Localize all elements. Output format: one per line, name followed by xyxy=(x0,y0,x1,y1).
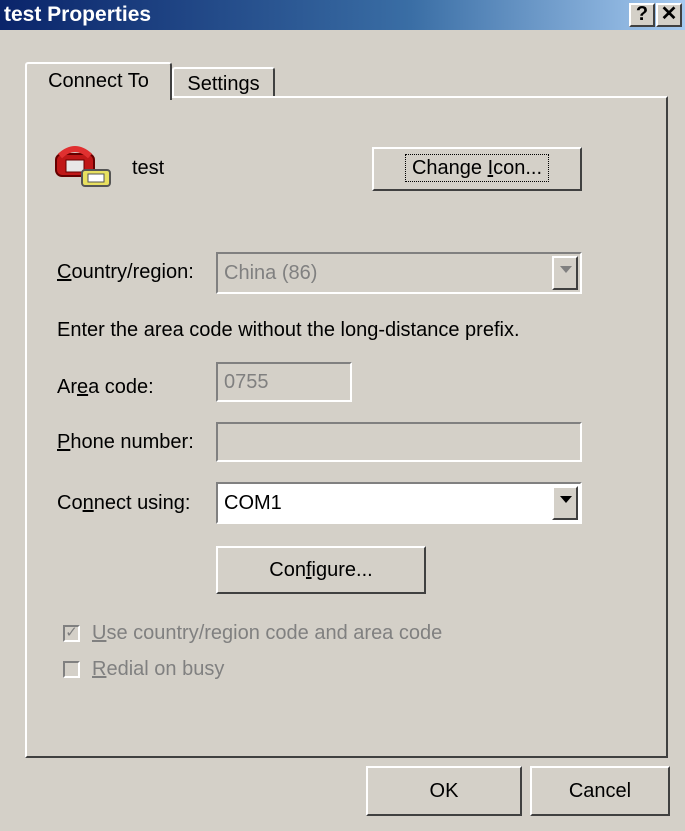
country-region-value: China (86) xyxy=(224,262,318,284)
cancel-label: Cancel xyxy=(568,780,632,802)
ok-label: OK xyxy=(429,780,459,802)
title-bar[interactable]: test Properties ? ✕ xyxy=(0,0,685,30)
connection-name: test xyxy=(132,157,165,179)
connect-using-label: Connect using: xyxy=(57,492,190,515)
properties-dialog: test Properties ? ✕ Connect To Settings … xyxy=(0,0,685,831)
use-codes-accesskey: U xyxy=(92,622,107,644)
ok-button[interactable]: OK xyxy=(366,766,522,816)
tab-settings-label: Settings xyxy=(187,73,260,95)
chevron-down-icon xyxy=(560,496,572,503)
redial-text: edial on busy xyxy=(106,658,225,680)
phone-connection-icon xyxy=(55,146,111,187)
use-codes-text: se country/region code and area code xyxy=(106,622,443,644)
country-accesskey: C xyxy=(57,261,72,283)
tab-settings[interactable]: Settings xyxy=(172,67,275,98)
chevron-down-icon xyxy=(560,266,572,273)
phone-accesskey: P xyxy=(57,431,71,453)
redial-label: Redial on busy xyxy=(92,658,224,681)
country-region-label: Country/region: xyxy=(57,261,194,284)
redial-checkbox[interactable] xyxy=(63,661,80,678)
connect-label-text-b: nect using: xyxy=(93,492,191,514)
configure-text-b: igure... xyxy=(311,559,373,581)
help-button[interactable]: ? xyxy=(629,3,655,27)
area-code-field[interactable]: 0755 xyxy=(216,362,352,402)
configure-button[interactable]: Configure... xyxy=(216,546,426,594)
connect-accesskey: n xyxy=(82,492,94,514)
change-icon-button[interactable]: Change Icon... xyxy=(372,147,582,191)
phone-label-text: hone number: xyxy=(70,431,194,453)
country-region-dropdown[interactable]: China (86) xyxy=(216,252,582,294)
phone-number-label: Phone number: xyxy=(57,431,194,454)
use-codes-label: Use country/region code and area code xyxy=(92,622,442,645)
help-icon: ? xyxy=(635,3,649,25)
tab-connect-to-label: Connect To xyxy=(48,70,149,92)
phone-number-field[interactable] xyxy=(216,422,582,462)
area-code-instruction: Enter the area code without the long-dis… xyxy=(57,319,520,341)
connect-using-value: COM1 xyxy=(224,492,282,514)
window-title: test Properties xyxy=(4,3,152,26)
close-icon: ✕ xyxy=(660,3,678,25)
cancel-button[interactable]: Cancel xyxy=(530,766,670,816)
country-dropdown-button[interactable] xyxy=(552,256,578,290)
country-label-text: ountry/region: xyxy=(71,261,194,283)
checkmark-icon: ✓ xyxy=(65,624,78,641)
area-accesskey: e xyxy=(77,376,89,398)
area-code-value: 0755 xyxy=(224,371,269,393)
change-icon-text-b: con... xyxy=(493,157,543,179)
use-codes-checkbox[interactable]: ✓ xyxy=(63,625,80,642)
close-button[interactable]: ✕ xyxy=(656,3,682,27)
connect-label-text-a: Co xyxy=(57,492,83,514)
area-code-label: Area code: xyxy=(57,376,154,399)
configure-text-a: Con xyxy=(269,559,306,581)
tab-connect-to[interactable]: Connect To xyxy=(25,62,172,100)
area-label-text-b: a code: xyxy=(88,376,154,398)
redial-accesskey: R xyxy=(92,658,107,680)
change-icon-text-a: Change xyxy=(411,157,488,179)
change-icon-label: Change Icon... xyxy=(404,154,550,182)
connect-using-dropdown[interactable]: COM1 xyxy=(216,482,582,524)
area-label-text-a: Ar xyxy=(57,376,77,398)
connect-using-dropdown-button[interactable] xyxy=(552,486,578,520)
